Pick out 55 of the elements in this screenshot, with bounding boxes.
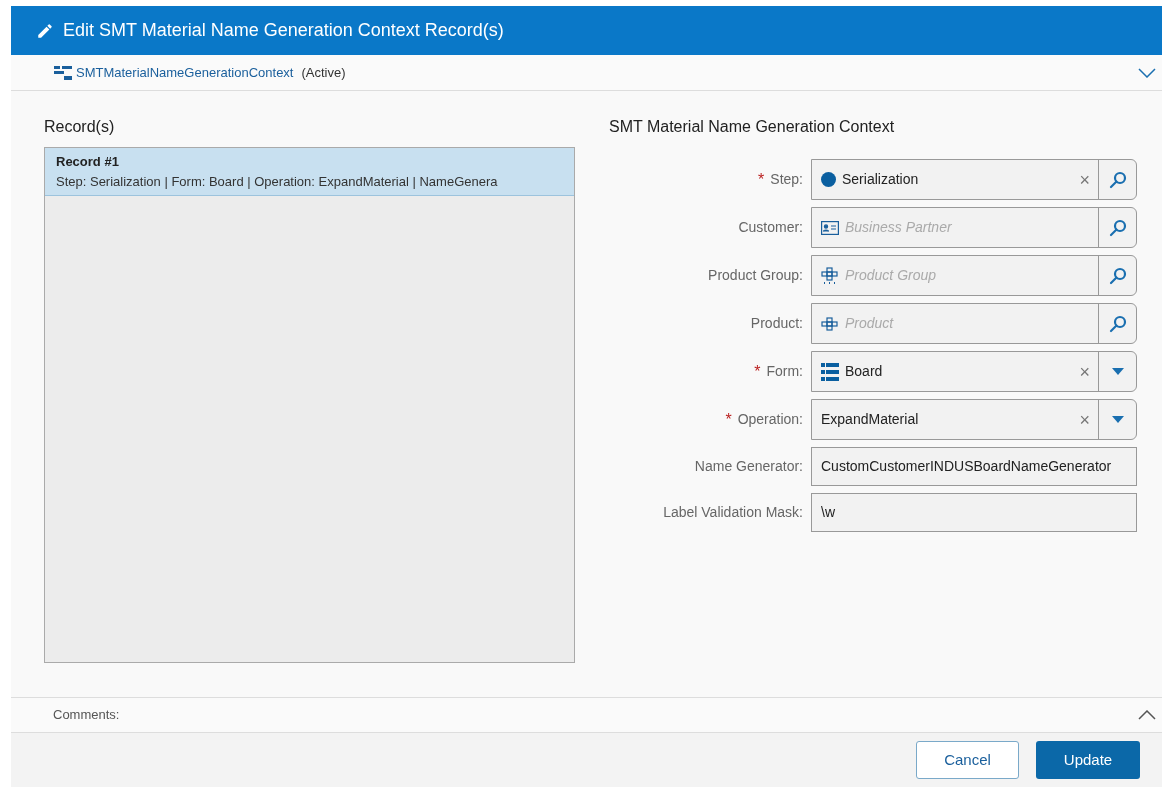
record-title: Record #1 bbox=[56, 153, 120, 171]
field-value: Serialization bbox=[842, 170, 919, 189]
records-heading: Record(s) bbox=[44, 117, 116, 137]
field-value: Board bbox=[845, 362, 883, 381]
product-icon bbox=[821, 316, 839, 331]
clear-button[interactable]: × bbox=[1079, 170, 1090, 189]
field-value: \w bbox=[821, 503, 835, 522]
text-field[interactable]: CustomCustomerINDUSBoardNameGenerator bbox=[811, 447, 1137, 486]
entity-icon bbox=[54, 65, 72, 80]
entity-link[interactable]: SMTMaterialNameGenerationContext bbox=[76, 62, 294, 83]
field-label: Step: bbox=[770, 170, 803, 189]
field-label: Product Group: bbox=[708, 266, 803, 285]
caret-down-icon bbox=[1111, 416, 1124, 423]
search-icon bbox=[1108, 170, 1127, 189]
required-mark: * bbox=[758, 169, 765, 190]
field-value: CustomCustomerINDUSBoardNameGenerator bbox=[821, 457, 1112, 476]
entity-status: (Active) bbox=[301, 63, 346, 82]
pencil-icon bbox=[36, 21, 54, 40]
product-group-icon bbox=[821, 266, 839, 285]
lookup-field[interactable]: Product Group bbox=[811, 255, 1137, 296]
input-field[interactable]: Product bbox=[845, 313, 965, 334]
form-heading: SMT Material Name Generation Context bbox=[609, 117, 896, 137]
field-label: Form: bbox=[766, 362, 803, 381]
record-item[interactable]: Record #1 Step: Serialization | Form: Board | Operation: ExpandMaterial | NameGenera bbox=[45, 148, 574, 196]
input-field[interactable]: Business Partner bbox=[845, 217, 965, 238]
required-mark: * bbox=[754, 361, 761, 382]
comments-label: Comments: bbox=[53, 706, 120, 725]
chevron-up-icon[interactable] bbox=[1138, 710, 1156, 720]
clear-button[interactable]: × bbox=[1079, 410, 1090, 429]
contact-card-icon bbox=[821, 220, 839, 235]
field-value: ExpandMaterial bbox=[821, 410, 919, 429]
dialog-title: Edit SMT Material Name Generation Context Record(s) bbox=[63, 19, 504, 42]
chevron-down-icon[interactable] bbox=[1138, 67, 1156, 78]
field-label: Label Validation Mask: bbox=[663, 503, 803, 522]
field-label: Customer: bbox=[738, 218, 803, 237]
lookup-field[interactable]: Business Partner bbox=[811, 207, 1137, 248]
list-icon bbox=[821, 362, 839, 381]
search-icon bbox=[1108, 218, 1127, 237]
field-label: Name Generator: bbox=[694, 457, 803, 476]
record-summary: Step: Serialization | Form: Board | Operation: ExpandMaterial | NameGenera bbox=[56, 172, 499, 191]
input-field[interactable]: Product Group bbox=[845, 265, 965, 286]
field-label: Product: bbox=[750, 314, 803, 333]
lookup-field[interactable]: Serialization × bbox=[811, 159, 1137, 200]
dropdown-field[interactable]: Board × bbox=[811, 351, 1137, 392]
required-mark: * bbox=[725, 409, 732, 430]
text-field[interactable]: \w bbox=[811, 493, 1137, 532]
field-label: Operation: bbox=[737, 410, 803, 429]
lookup-field[interactable]: Product bbox=[811, 303, 1137, 344]
update-button[interactable]: Update bbox=[1036, 741, 1140, 779]
dropdown-field[interactable]: ExpandMaterial × bbox=[811, 399, 1137, 440]
search-icon bbox=[1108, 266, 1127, 285]
search-icon bbox=[1108, 314, 1127, 333]
caret-down-icon bbox=[1111, 368, 1124, 375]
clear-button[interactable]: × bbox=[1079, 362, 1090, 381]
cancel-button[interactable]: Cancel bbox=[916, 741, 1019, 779]
